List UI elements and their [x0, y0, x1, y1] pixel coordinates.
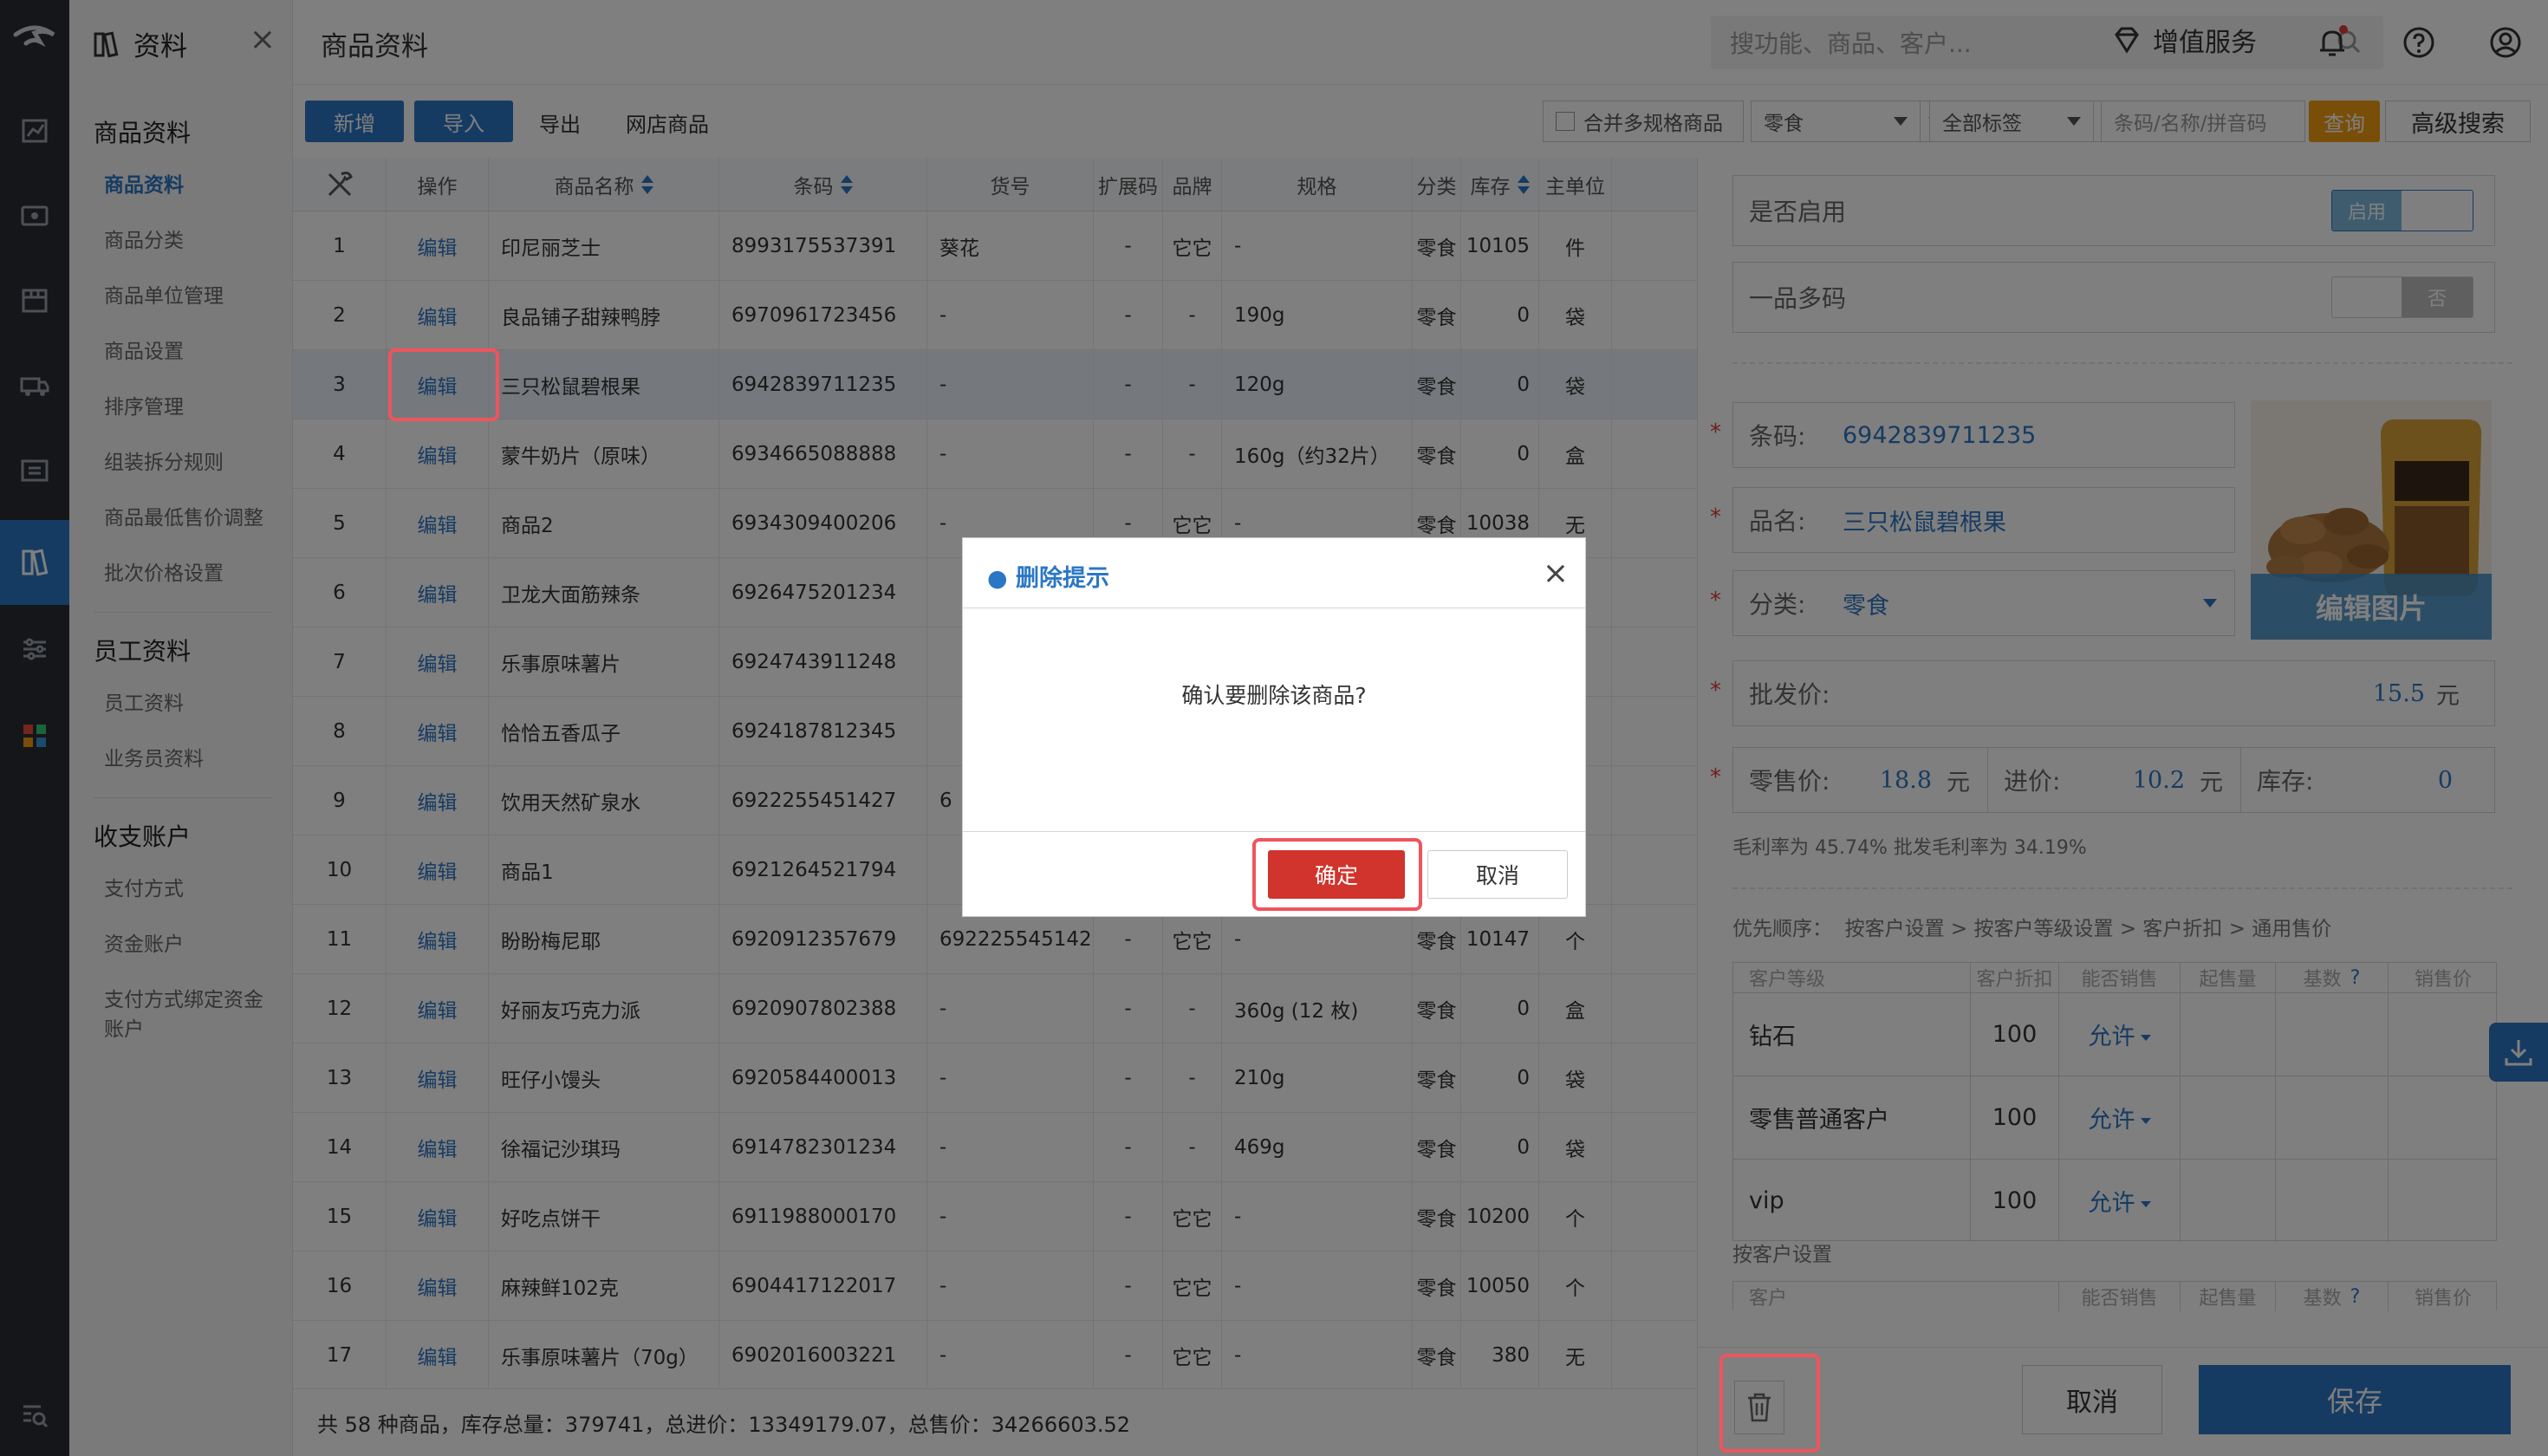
dialog-cancel-button[interactable]: 取消	[1427, 850, 1568, 899]
dialog-title: ● 删除提示	[987, 565, 1109, 592]
close-icon[interactable]: ×	[1537, 554, 1575, 592]
edit-link-highlight	[388, 348, 499, 421]
dialog-divider	[963, 831, 1585, 832]
delete-button-highlight	[1719, 1354, 1820, 1453]
confirm-button-highlight	[1252, 838, 1422, 911]
delete-confirm-dialog: ● 删除提示 × 确认要删除该商品? 确定 取消	[962, 537, 1586, 917]
app-root: 资料 × 商品资料 商品资料 商品分类 商品单位管理 商品设置 排序管理 组装拆…	[0, 0, 2548, 1456]
dialog-message: 确认要删除该商品?	[1181, 683, 1367, 708]
